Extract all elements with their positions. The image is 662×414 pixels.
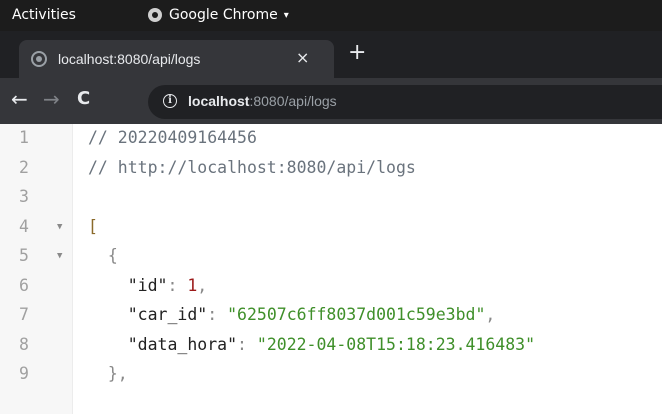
reload-icon[interactable]: C — [77, 88, 90, 110]
code-text: { — [88, 246, 118, 265]
code-token: "id" — [88, 275, 168, 295]
code-line: 8 "data_hora": "2022-04-08T15:18:23.4164… — [0, 335, 662, 364]
activities-button[interactable]: Activities — [12, 7, 76, 23]
line-number: 9 — [19, 364, 29, 383]
close-tab-icon[interactable]: × — [296, 48, 309, 67]
fold-toggle-icon[interactable]: ▼ — [57, 251, 62, 261]
code-token: : — [207, 305, 228, 324]
code-line: 9 }, — [0, 364, 662, 393]
caret-down-icon: ▾ — [283, 9, 289, 21]
url-host: localhost — [188, 93, 250, 109]
address-bar[interactable]: i localhost:8080/api/logs — [148, 85, 662, 119]
code-text: }, — [88, 364, 128, 383]
code-text: "data_hora": "2022-04-08T15:18:23.416483… — [88, 335, 535, 354]
browser-toolbar: ← → C i localhost:8080/api/logs — [0, 78, 662, 124]
line-number: 1 — [19, 128, 29, 147]
code-token: }, — [88, 364, 128, 383]
line-number: 4 — [19, 216, 29, 236]
code-token: : — [167, 275, 188, 295]
code-token: 1 — [187, 275, 198, 295]
code-token: // http://localhost:8080/api/logs — [88, 157, 416, 177]
chrome-app-icon — [148, 8, 162, 22]
code-text: // 20220409164456 — [88, 128, 257, 147]
code-line: 5 ▼ { — [0, 246, 662, 275]
code-line: 3 — [0, 187, 662, 216]
line-number: 3 — [19, 187, 29, 206]
browser-tab[interactable]: localhost:8080/api/logs × — [19, 40, 334, 78]
url-path: :8080/api/logs — [249, 93, 337, 109]
line-number: 7 — [19, 305, 29, 324]
system-top-bar: Activities Google Chrome ▾ — [0, 0, 662, 31]
code-token: { — [88, 246, 118, 265]
code-token: , — [485, 305, 496, 324]
new-tab-button[interactable]: + — [348, 42, 366, 64]
tab-strip: localhost:8080/api/logs × + — [0, 31, 662, 78]
code-line: 4 ▼ [ — [0, 217, 662, 246]
tab-title: localhost:8080/api/logs — [58, 51, 201, 67]
app-name: Google Chrome — [169, 7, 278, 23]
app-menu[interactable]: Google Chrome ▾ — [148, 7, 289, 23]
fold-toggle-icon[interactable]: ▼ — [57, 222, 62, 232]
code-token: // 20220409164456 — [88, 128, 257, 147]
code-token: "car_id" — [88, 305, 208, 324]
url-text[interactable]: localhost:8080/api/logs — [188, 93, 337, 109]
line-number: 2 — [19, 157, 29, 177]
code-line: 6 "id": 1, — [0, 276, 662, 305]
line-number: 6 — [19, 275, 29, 295]
code-token: "data_hora" — [88, 334, 238, 354]
code-line: 1 // 20220409164456 — [0, 128, 662, 157]
site-info-icon[interactable]: i — [163, 94, 177, 108]
code-token: [ — [88, 216, 98, 236]
code-text: // http://localhost:8080/api/logs — [88, 158, 416, 177]
code-token: "2022-04-08T15:18:23.416483" — [256, 334, 536, 354]
code-text: "car_id": "62507c6ff8037d001c59e3bd", — [88, 305, 496, 324]
code-token: : — [237, 334, 257, 354]
code-line: 7 "car_id": "62507c6ff8037d001c59e3bd", — [0, 305, 662, 334]
code-token: "62507c6ff8037d001c59e3bd" — [227, 305, 486, 324]
code-token: , — [197, 275, 208, 295]
back-arrow-icon[interactable]: ← — [11, 88, 28, 110]
code-line: 2 // http://localhost:8080/api/logs — [0, 158, 662, 187]
globe-favicon-icon — [31, 51, 47, 67]
json-viewer: 1 // 20220409164456 2 // http://localhost:8… — [0, 124, 662, 414]
code-text: [ — [88, 217, 98, 236]
line-number: 5 — [19, 246, 29, 265]
forward-arrow-icon[interactable]: → — [43, 88, 60, 110]
line-number: 8 — [19, 334, 29, 354]
code-text: "id": 1, — [88, 275, 208, 295]
